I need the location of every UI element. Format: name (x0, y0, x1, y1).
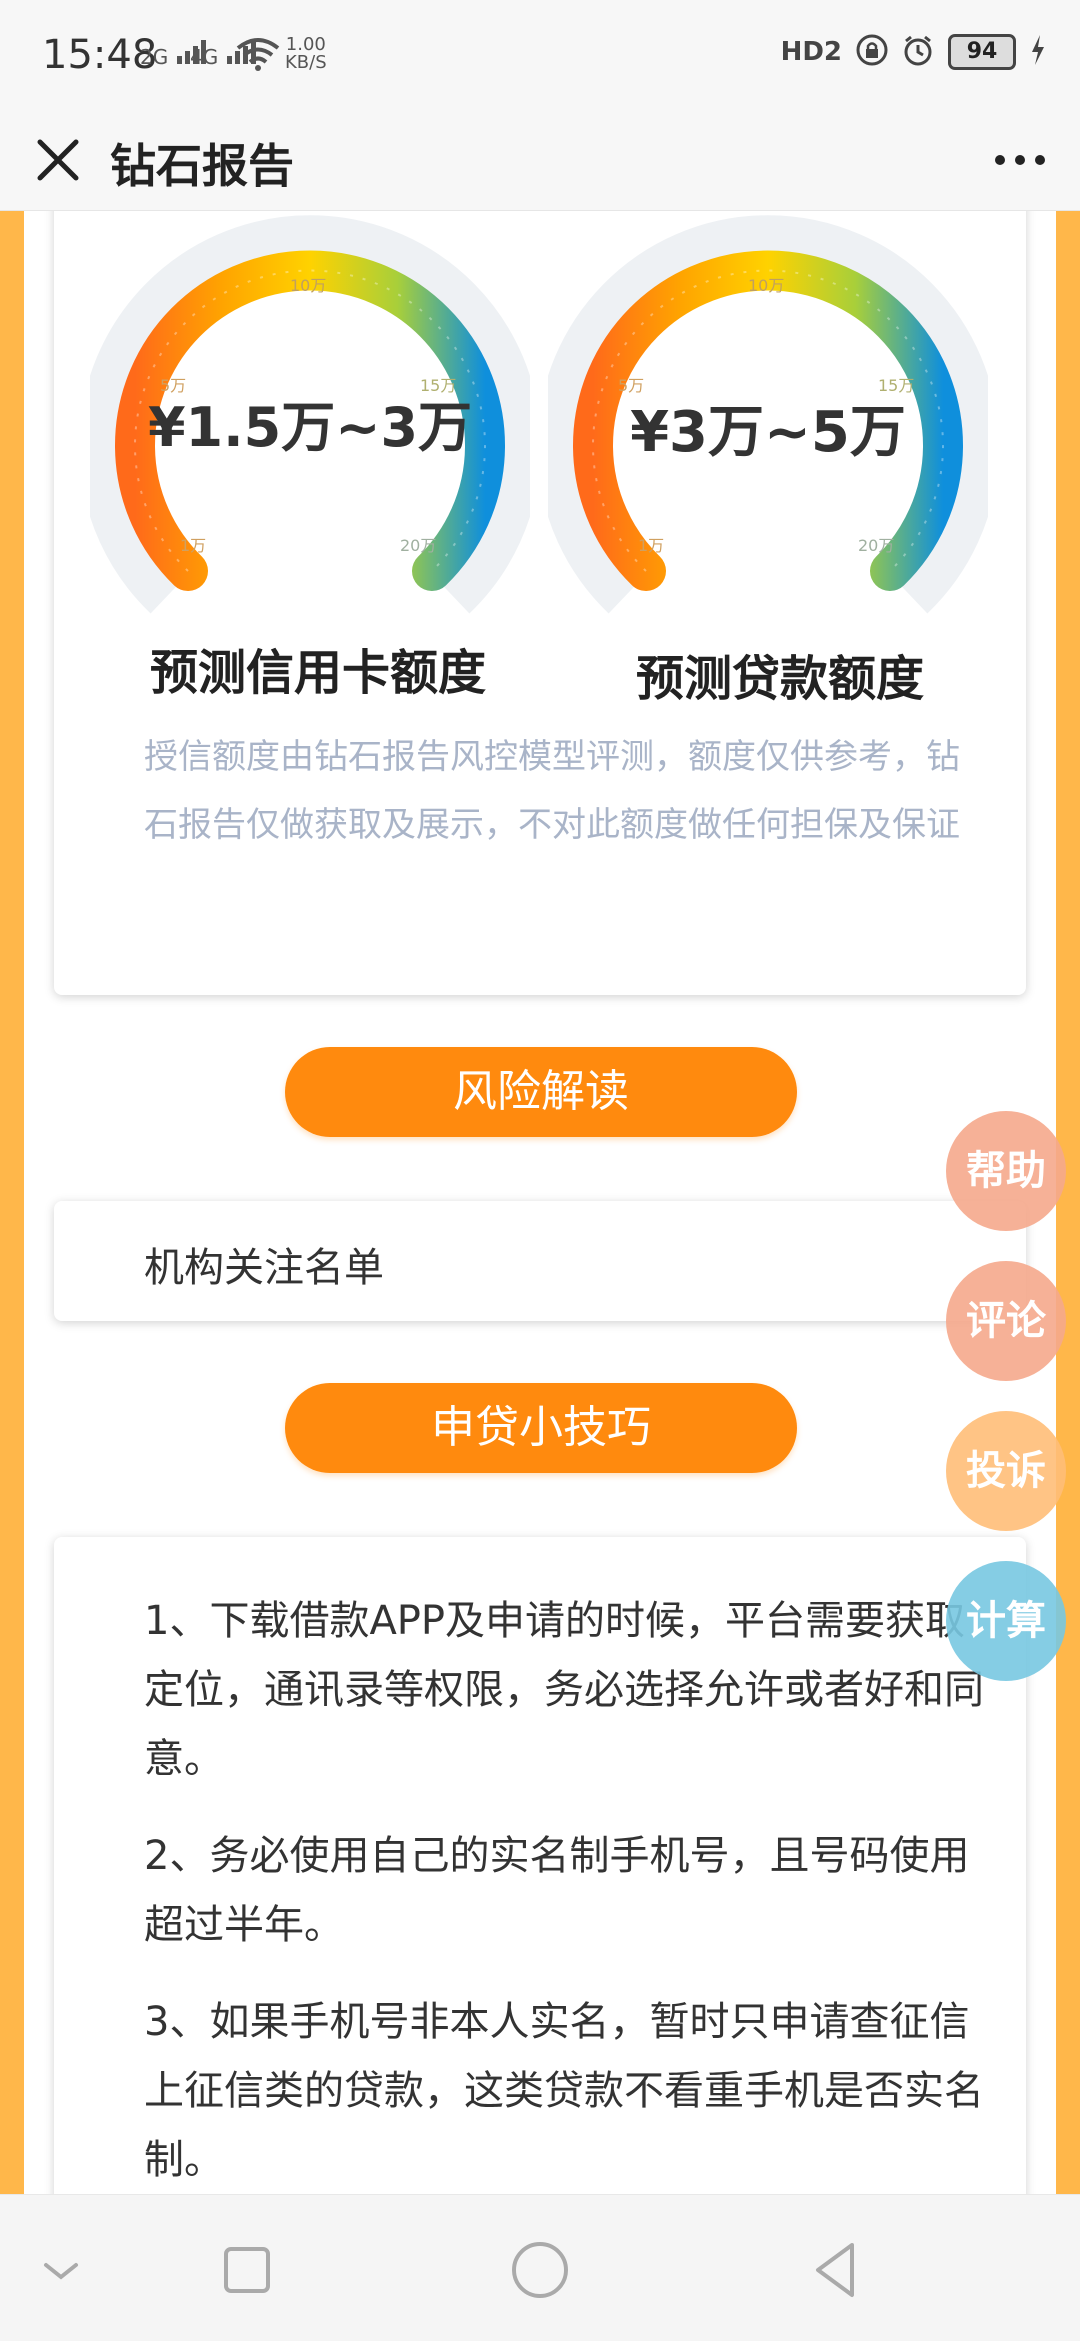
gauge-tick-label: 20万 (858, 536, 894, 555)
nav-hide-button[interactable] (26, 2235, 96, 2305)
circle-icon (512, 2242, 568, 2298)
loan-gauge: 1万 5万 10万 15万 20万 ¥3万~5万 (537, 211, 999, 631)
app-bar: 钻石报告 (0, 110, 1080, 211)
gauge-tick-label: 1万 (180, 536, 206, 555)
nav-back-button[interactable] (800, 2235, 870, 2305)
network-speed-unit: KB/S (285, 52, 327, 73)
more-icon (995, 155, 1045, 165)
wifi-icon (236, 36, 280, 76)
gauge-tick-label: 5万 (618, 376, 644, 395)
network-speed: 1.00 KB/S (285, 36, 327, 72)
gauge-tick-label: 5万 (160, 376, 186, 395)
tip-item: 1、下载借款APP及申请的时候，平台需要获取定位，通讯录等权限，务必选择允许或者… (144, 1598, 984, 1782)
status-bar: 15:48 2G 4G 1.00 KB/S HD2 94 (0, 0, 1080, 110)
tips-list: 1、下载借款APP及申请的时候，平台需要获取定位，通讯录等权限，务必选择允许或者… (144, 1587, 994, 2194)
gauge-tick-label: 15万 (420, 376, 456, 395)
page-title: 钻石报告 (110, 139, 294, 193)
gauge-tick-label: 1万 (638, 536, 664, 555)
battery-indicator: 94 (948, 34, 1016, 70)
risk-interpretation-button[interactable]: 风险解读 (285, 1047, 797, 1137)
nav-home-button[interactable] (505, 2235, 575, 2305)
calculator-button[interactable]: 计算 (946, 1561, 1066, 1681)
signal-4g-label: 4G (190, 45, 219, 69)
nav-recents-button[interactable] (212, 2235, 282, 2305)
credit-card-gauge-label: 预测信用卡额度 (150, 645, 487, 701)
gauge-tick-label: 10万 (290, 276, 326, 295)
right-side-border (1056, 211, 1080, 2194)
close-icon (37, 139, 79, 181)
hd-voice-icon: HD2 (780, 37, 842, 67)
tip-item: 3、如果手机号非本人实名，暂时只申请查征信上征信类的贷款，这类贷款不看重手机是否… (144, 1999, 984, 2183)
gauge-tick-label: 15万 (878, 376, 914, 395)
chevron-down-icon (44, 2263, 78, 2280)
lock-icon (856, 34, 888, 70)
charging-icon (1030, 35, 1046, 69)
back-triangle-icon (816, 2243, 854, 2297)
credit-card-gauge-chart: 1万 5万 10万 15万 20万 ¥1.5万~3万 (79, 215, 541, 614)
gauge-tick-label: 20万 (400, 536, 436, 555)
comment-button[interactable]: 评论 (946, 1261, 1066, 1381)
tip-item: 2、务必使用自己的实名制手机号，且号码使用超过半年。 (144, 1833, 970, 1948)
gauge-tick-label: 10万 (748, 276, 784, 295)
complaint-button[interactable]: 投诉 (946, 1411, 1066, 1531)
loan-tips-card: 1、下载借款APP及申请的时候，平台需要获取定位，通讯录等权限，务必选择允许或者… (54, 1537, 1026, 2194)
loan-gauge-label: 预测贷款额度 (636, 651, 925, 707)
square-icon (224, 2247, 270, 2293)
loan-amount: ¥3万~5万 (630, 400, 906, 465)
more-button[interactable] (990, 132, 1050, 188)
loan-tips-button[interactable]: 申贷小技巧 (285, 1383, 797, 1473)
institution-watchlist-card[interactable]: 机构关注名单 (54, 1201, 1026, 1321)
credit-card-amount: ¥1.5万~3万 (148, 396, 472, 459)
status-right-group: HD2 94 (781, 34, 1046, 70)
report-content[interactable]: 1万 5万 10万 15万 20万 ¥1.5万~3万 预测信用卡额度 1万 5万… (0, 211, 1080, 2194)
credit-estimate-card: 1万 5万 10万 15万 20万 ¥1.5万~3万 预测信用卡额度 1万 5万… (54, 211, 1026, 995)
credit-disclaimer: 授信额度由钻石报告风控模型评测，额度仅供参考，钻石报告仅做获取及展示，不对此额度… (144, 737, 960, 845)
close-button[interactable] (30, 132, 86, 188)
loan-gauge-chart: 1万 5万 10万 15万 20万 ¥3万~5万 (537, 215, 999, 614)
alarm-icon (902, 34, 934, 70)
credit-card-gauge: 1万 5万 10万 15万 20万 ¥1.5万~3万 (79, 211, 541, 631)
help-button[interactable]: 帮助 (946, 1111, 1066, 1231)
institution-watchlist-label: 机构关注名单 (144, 1245, 384, 1291)
left-side-border (0, 211, 24, 2194)
signal-2g-label: 2G (140, 45, 169, 69)
system-navigation-bar (0, 2194, 1080, 2341)
